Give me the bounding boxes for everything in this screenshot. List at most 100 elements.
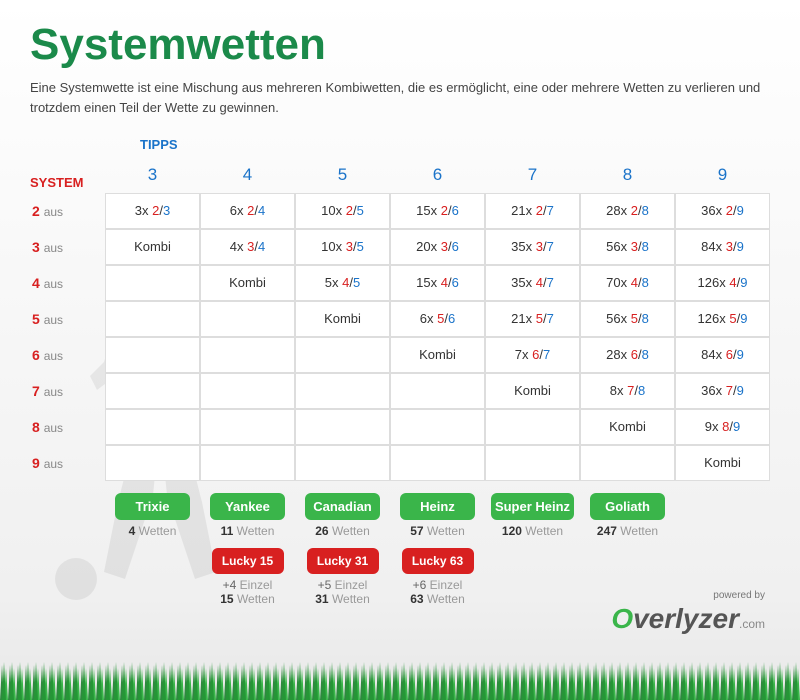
tipps-label: TIPPS [140, 137, 770, 152]
badge-lucky-31: Lucky 31 +5 Einzel31 Wetten [295, 548, 390, 606]
cell-empty [105, 373, 200, 409]
cell-6-8: 28x 6/8 [580, 337, 675, 373]
badge-green-label: Goliath [590, 493, 665, 520]
cell-7-8: 8x 7/8 [580, 373, 675, 409]
cell-kombi: Kombi [485, 373, 580, 409]
row-header-5: 5 aus [30, 301, 105, 337]
cell-6-9: 84x 6/9 [675, 337, 770, 373]
cell-3-6: 20x 3/6 [390, 229, 485, 265]
badge-green-label: Heinz [400, 493, 475, 520]
cell-3-7: 35x 3/7 [485, 229, 580, 265]
badge-heinz: Heinz 57 Wetten [390, 493, 485, 538]
row-header-8: 8 aus [30, 409, 105, 445]
cell-empty [295, 409, 390, 445]
system-label: SYSTEM [30, 175, 83, 190]
cell-kombi: Kombi [200, 265, 295, 301]
cell-5-7: 21x 5/7 [485, 301, 580, 337]
row-header-4: 4 aus [30, 265, 105, 301]
badge-trixie: Trixie 4 Wetten [105, 493, 200, 538]
badge-canadian: Canadian 26 Wetten [295, 493, 390, 538]
cell-empty [200, 301, 295, 337]
badge-green-label: Super Heinz [491, 493, 574, 520]
cell-empty [485, 445, 580, 481]
cell-empty [485, 409, 580, 445]
cell-empty [295, 373, 390, 409]
cell-kombi: Kombi [580, 409, 675, 445]
cell-empty [200, 337, 295, 373]
badge-green-label: Trixie [115, 493, 190, 520]
badge-red-label: Lucky 31 [307, 548, 379, 574]
badge-einzel: +5 Einzel31 Wetten [298, 578, 387, 606]
badge-einzel: +6 Einzel63 Wetten [393, 578, 482, 606]
cell-empty [390, 445, 485, 481]
cell-2-4: 6x 2/4 [200, 193, 295, 229]
cell-7-9: 36x 7/9 [675, 373, 770, 409]
cell-4-8: 70x 4/8 [580, 265, 675, 301]
green-badges-row: Trixie 4 Wetten Yankee 11 Wetten Canadia… [30, 493, 770, 538]
cell-2-9: 36x 2/9 [675, 193, 770, 229]
cell-empty [295, 445, 390, 481]
cell-empty [105, 301, 200, 337]
row-header-9: 9 aus [30, 445, 105, 481]
cell-2-5: 10x 2/5 [295, 193, 390, 229]
badge-bets: 247 Wetten [583, 524, 672, 538]
cell-4-9: 126x 4/9 [675, 265, 770, 301]
col-header-4: 4 [200, 157, 295, 193]
cell-4-5: 5x 4/5 [295, 265, 390, 301]
badge-super-heinz: Super Heinz 120 Wetten [485, 493, 580, 538]
cell-5-8: 56x 5/8 [580, 301, 675, 337]
cell-8-9: 9x 8/9 [675, 409, 770, 445]
cell-kombi: Kombi [295, 301, 390, 337]
badge-lucky-15: Lucky 15 +4 Einzel15 Wetten [200, 548, 295, 606]
cell-6-7: 7x 6/7 [485, 337, 580, 373]
cell-kombi: Kombi [105, 229, 200, 265]
cell-3-5: 10x 3/5 [295, 229, 390, 265]
col-header-6: 6 [390, 157, 485, 193]
cell-2-3: 3x 2/3 [105, 193, 200, 229]
badge-yankee: Yankee 11 Wetten [200, 493, 295, 538]
badge-bets: 26 Wetten [298, 524, 387, 538]
cell-5-9: 126x 5/9 [675, 301, 770, 337]
cell-3-8: 56x 3/8 [580, 229, 675, 265]
cell-empty [390, 409, 485, 445]
badge-red-label: Lucky 63 [402, 548, 474, 574]
row-header-7: 7 aus [30, 373, 105, 409]
badge-lucky-63: Lucky 63 +6 Einzel63 Wetten [390, 548, 485, 606]
cell-2-7: 21x 2/7 [485, 193, 580, 229]
badge-green-label: Yankee [210, 493, 285, 520]
col-header-8: 8 [580, 157, 675, 193]
cell-4-7: 35x 4/7 [485, 265, 580, 301]
col-header-7: 7 [485, 157, 580, 193]
badge-einzel: +4 Einzel15 Wetten [203, 578, 292, 606]
badge-red-label: Lucky 15 [212, 548, 284, 574]
badge-goliath: Goliath 247 Wetten [580, 493, 675, 538]
cell-empty [105, 409, 200, 445]
col-header-3: 3 [105, 157, 200, 193]
red-badges-row: Lucky 15 +4 Einzel15 Wetten Lucky 31 +5 … [30, 548, 770, 606]
badge-bets: 4 Wetten [108, 524, 197, 538]
cell-empty [295, 337, 390, 373]
cell-4-6: 15x 4/6 [390, 265, 485, 301]
cell-2-6: 15x 2/6 [390, 193, 485, 229]
badge-bets: 120 Wetten [488, 524, 577, 538]
cell-2-8: 28x 2/8 [580, 193, 675, 229]
cell-empty [105, 337, 200, 373]
row-header-2: 2 aus [30, 193, 105, 229]
col-header-5: 5 [295, 157, 390, 193]
system-table: 34567892 aus3x 2/36x 2/410x 2/515x 2/621… [30, 157, 770, 481]
page-title: Systemwetten [30, 20, 770, 70]
subtitle: Eine Systemwette ist eine Mischung aus m… [30, 78, 770, 117]
cell-kombi: Kombi [675, 445, 770, 481]
cell-5-6: 6x 5/6 [390, 301, 485, 337]
cell-empty [580, 445, 675, 481]
cell-kombi: Kombi [390, 337, 485, 373]
badge-bets: 11 Wetten [203, 524, 292, 538]
cell-empty [200, 373, 295, 409]
row-header-3: 3 aus [30, 229, 105, 265]
cell-3-9: 84x 3/9 [675, 229, 770, 265]
grass-decoration [0, 660, 800, 700]
cell-empty [105, 265, 200, 301]
col-header-9: 9 [675, 157, 770, 193]
cell-empty [200, 445, 295, 481]
cell-empty [200, 409, 295, 445]
